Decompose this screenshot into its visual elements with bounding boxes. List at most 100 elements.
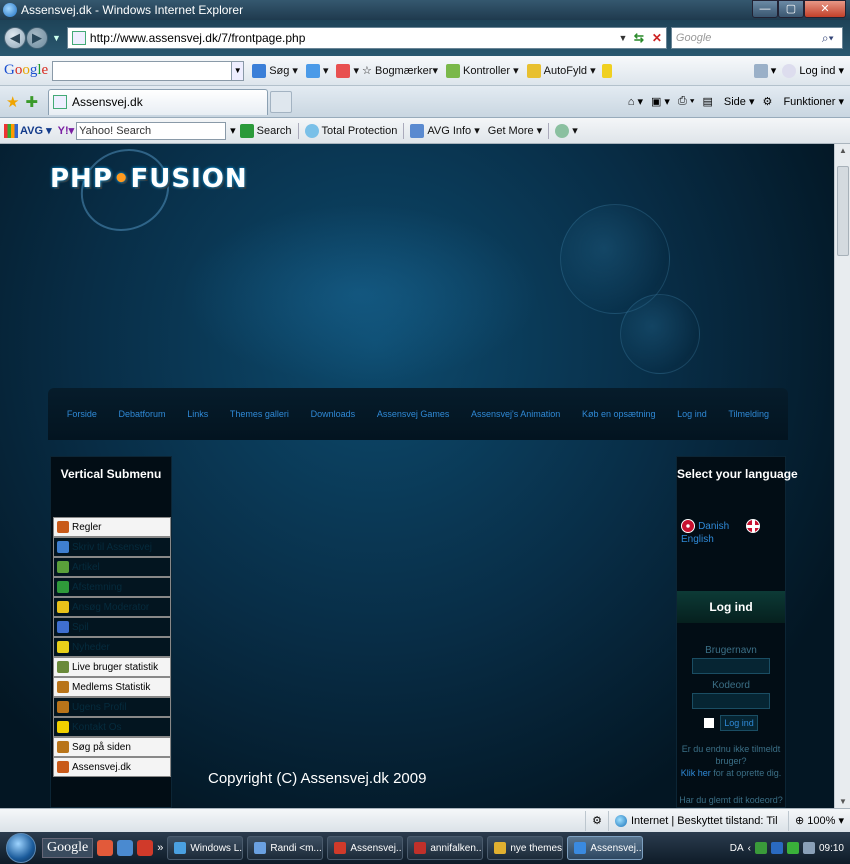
english-flag-icon[interactable] bbox=[746, 519, 761, 533]
minimize-button[interactable]: — bbox=[752, 0, 778, 18]
username-field[interactable] bbox=[692, 658, 770, 674]
submenu-item[interactable]: Skriv til Assensvej bbox=[53, 537, 171, 557]
volume-icon[interactable] bbox=[802, 842, 815, 854]
start-button[interactable] bbox=[6, 833, 36, 863]
favorites-star-icon[interactable]: ★ bbox=[6, 93, 19, 111]
new-tab-button[interactable] bbox=[270, 90, 293, 113]
google-search-dropdown-icon[interactable]: ▼ bbox=[232, 60, 245, 81]
submenu-item[interactable]: Kontakt Os bbox=[53, 717, 171, 737]
autofill-button[interactable]: AutoFyld ▾ bbox=[526, 63, 615, 78]
submenu-item[interactable]: Assensvej.dk bbox=[53, 757, 171, 777]
print-icon[interactable]: ⎙ ▾ bbox=[678, 95, 694, 108]
yahoo-search-input[interactable]: Yahoo! Search bbox=[76, 121, 227, 140]
submenu-item[interactable]: Ugens Profil bbox=[53, 697, 171, 717]
signal-icon[interactable] bbox=[786, 842, 799, 854]
submenu-item[interactable]: Afstemning bbox=[53, 577, 171, 597]
yahoo-dropdown-icon[interactable]: ▾ bbox=[230, 124, 236, 137]
nav-link-debatforum[interactable]: Debatforum bbox=[119, 409, 166, 419]
scrollbar-thumb[interactable] bbox=[837, 166, 849, 256]
register-link[interactable]: Klik her bbox=[681, 768, 711, 778]
nav-link-links[interactable]: Links bbox=[187, 409, 208, 419]
avg-extra-button[interactable]: ▾ bbox=[555, 123, 578, 138]
avg-logo[interactable]: AVG ▾ bbox=[4, 123, 52, 138]
scroll-down-icon[interactable]: ▼ bbox=[835, 797, 850, 806]
maximize-button[interactable]: ▢ bbox=[778, 0, 804, 18]
popup-blocker-icon[interactable]: ⚙ bbox=[585, 810, 608, 831]
get-more-button[interactable]: Get More ▾ bbox=[488, 124, 542, 138]
submenu-item[interactable]: Live bruger statistik bbox=[53, 657, 171, 677]
nav-link-themes-galleri[interactable]: Themes galleri bbox=[230, 409, 289, 419]
network-icon[interactable] bbox=[754, 842, 767, 854]
nav-link-login[interactable]: Log ind bbox=[677, 409, 707, 419]
taskbar-button[interactable]: annifalken... bbox=[407, 836, 484, 860]
refresh-icon[interactable]: ⇆ bbox=[630, 31, 648, 45]
close-button[interactable]: ✕ bbox=[804, 0, 846, 18]
lang-danish-link[interactable]: Danish bbox=[698, 521, 729, 532]
lang-english-link[interactable]: English bbox=[681, 534, 714, 545]
quicklaunch-icon[interactable] bbox=[137, 840, 154, 856]
spellcheck-button[interactable]: Kontroller ▾ bbox=[445, 63, 519, 78]
remember-me-checkbox[interactable] bbox=[704, 718, 715, 728]
home-icon[interactable]: ⌂ ▾ bbox=[628, 95, 643, 108]
taskbar-button[interactable]: Windows L... bbox=[167, 836, 244, 860]
danish-flag-icon[interactable] bbox=[681, 519, 695, 533]
url-dropdown-icon[interactable]: ▼ bbox=[616, 33, 630, 43]
address-field[interactable]: http://www.assensvej.dk/7/frontpage.php … bbox=[66, 27, 667, 49]
forward-button[interactable]: ▶ bbox=[26, 27, 48, 49]
submenu-item[interactable]: Regler bbox=[53, 517, 171, 537]
stop-icon[interactable]: ✕ bbox=[648, 31, 666, 45]
submenu-item[interactable]: Spil bbox=[53, 617, 171, 637]
password-field[interactable] bbox=[692, 693, 770, 709]
site-logo[interactable]: PHP•FUSION bbox=[50, 144, 248, 246]
back-button[interactable]: ◀ bbox=[4, 27, 26, 49]
history-dropdown-icon[interactable]: ▼ bbox=[52, 33, 61, 43]
add-favorites-icon[interactable]: ✚ bbox=[25, 93, 38, 111]
scroll-up-icon[interactable]: ▲ bbox=[835, 146, 850, 155]
bookmarks-button[interactable]: ▾ ☆ Bogmærker ▾ bbox=[336, 63, 438, 78]
zoom-control[interactable]: ⊕ 100% ▾ bbox=[788, 810, 850, 831]
total-protection-button[interactable]: Total Protection bbox=[304, 123, 397, 138]
submenu-item[interactable]: Ansøg Moderator bbox=[53, 597, 171, 617]
show-desktop-icon[interactable] bbox=[117, 840, 134, 856]
submenu-item[interactable]: Artikel bbox=[53, 557, 171, 577]
nav-link-forside[interactable]: Forside bbox=[67, 409, 97, 419]
input-language[interactable]: DA bbox=[730, 843, 744, 854]
tray-expand-icon[interactable]: ‹ bbox=[748, 843, 751, 854]
nav-link-signup[interactable]: Tilmelding bbox=[728, 409, 769, 419]
security-zone[interactable]: Internet | Beskyttet tilstand: Til bbox=[608, 810, 788, 831]
nav-link-buy-setup[interactable]: Køb en opsætning bbox=[582, 409, 656, 419]
tools-menu[interactable]: ⚙ Funktioner ▾ bbox=[763, 95, 844, 108]
google-search-input[interactable] bbox=[52, 60, 233, 81]
avg-tray-icon[interactable] bbox=[770, 842, 783, 854]
taskbar-button[interactable]: Randi <m... bbox=[247, 836, 324, 860]
url-text[interactable]: http://www.assensvej.dk/7/frontpage.php bbox=[90, 31, 616, 45]
wrench-icon[interactable] bbox=[753, 63, 768, 78]
login-button[interactable]: Log ind bbox=[720, 715, 758, 731]
plus-button[interactable]: ▾ bbox=[305, 63, 328, 78]
clock[interactable]: 09:10 bbox=[819, 843, 844, 854]
taskbar-button[interactable]: Assensvej.... bbox=[567, 836, 644, 860]
taskbar-button[interactable]: Assensvej.... bbox=[327, 836, 404, 860]
avg-search-button[interactable]: Search bbox=[239, 123, 292, 138]
search-icon[interactable]: ⌕▾ bbox=[822, 31, 842, 46]
submenu-item[interactable]: Søg på siden bbox=[53, 737, 171, 757]
live-search-box[interactable]: Google ⌕▾ bbox=[670, 27, 843, 49]
quicklaunch-icon[interactable] bbox=[97, 840, 114, 856]
submenu-item[interactable]: Nyheder bbox=[53, 637, 171, 657]
forgot-password-text[interactable]: Har du glemt dit kodeord? bbox=[677, 795, 785, 806]
search-placeholder[interactable]: Google bbox=[676, 32, 822, 44]
vertical-scrollbar[interactable]: ▲ ▼ bbox=[834, 144, 850, 808]
avg-info-button[interactable]: AVG Info ▾ bbox=[410, 123, 480, 138]
submenu-item[interactable]: Medlems Statistik bbox=[53, 677, 171, 697]
google-search-button[interactable]: Søg ▾ bbox=[252, 63, 298, 78]
google-desktop-button[interactable]: Google bbox=[42, 838, 94, 858]
taskbar-button[interactable]: nye themes bbox=[487, 836, 564, 860]
google-login-link[interactable]: Log ind bbox=[799, 65, 835, 77]
nav-link-games[interactable]: Assensvej Games bbox=[377, 409, 450, 419]
page-menu[interactable]: ▤ Side ▾ bbox=[702, 95, 754, 108]
nav-link-downloads[interactable]: Downloads bbox=[311, 409, 356, 419]
pencil-icon[interactable] bbox=[601, 63, 612, 78]
feeds-icon[interactable]: ▣ ▾ bbox=[651, 95, 670, 108]
nav-link-animation[interactable]: Assensvej's Animation bbox=[471, 409, 560, 419]
tab-assensvej[interactable]: Assensvej.dk bbox=[48, 88, 269, 115]
